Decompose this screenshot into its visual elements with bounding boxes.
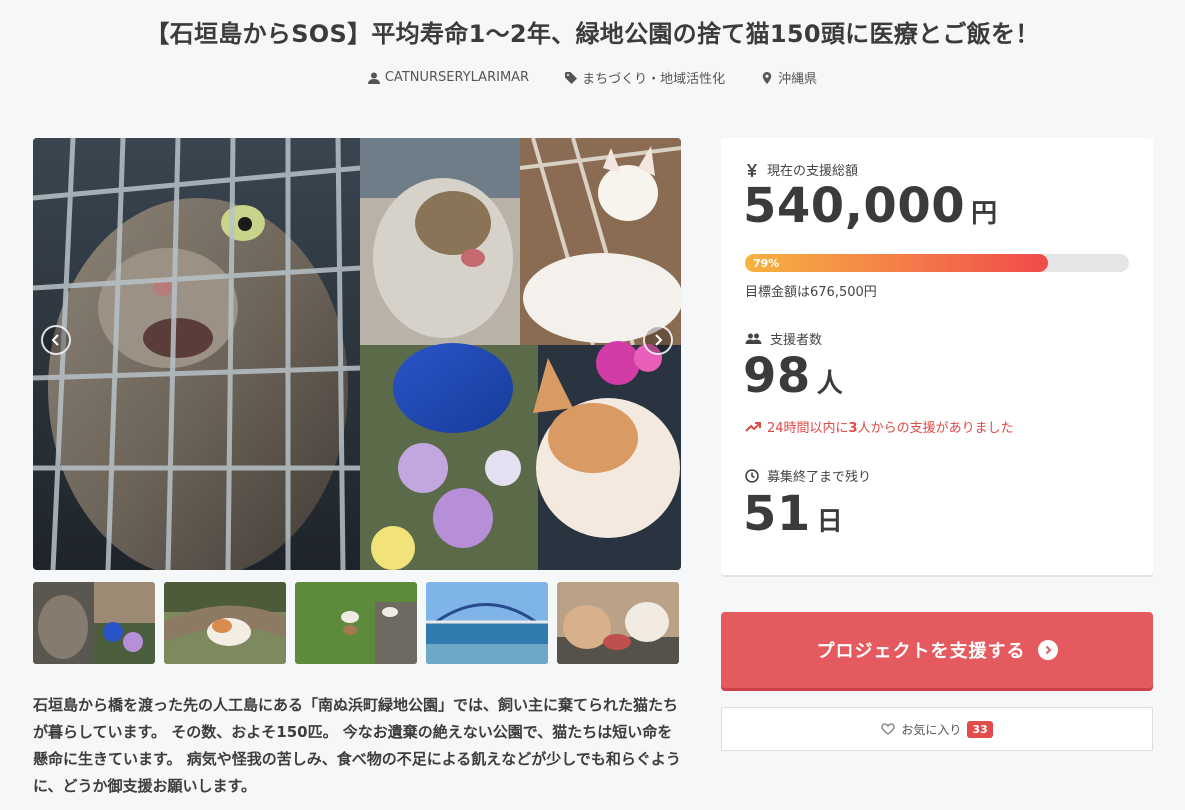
remaining-days-value: 51 <box>743 486 811 542</box>
location-link[interactable]: 沖縄県 <box>761 68 817 87</box>
support-project-button[interactable]: プロジェクトを支援する <box>721 612 1153 688</box>
support-button-label: プロジェクトを支援する <box>816 641 1026 662</box>
tag-icon <box>565 71 578 84</box>
thumbnail-1-image <box>33 582 155 664</box>
progress-percent: 79% <box>753 256 780 270</box>
remaining-label: 募集終了まで残り <box>745 466 871 485</box>
hero-image[interactable] <box>33 138 681 570</box>
progress-bar: 79% <box>745 254 1129 272</box>
category-link[interactable]: まちづくり・地域活性化 <box>565 68 725 87</box>
remaining-days-unit: 日 <box>816 507 843 537</box>
supporters-count-unit: 人 <box>816 369 843 399</box>
page-title: 【石垣島からSOS】平均寿命1〜2年、緑地公園の捨て猫150頭に医療とご飯を！ <box>145 20 1040 48</box>
heart-icon <box>881 723 895 735</box>
users-icon <box>745 333 762 344</box>
goal-amount: 目標金額は676,500円 <box>745 285 877 300</box>
cat-collage-photo <box>33 138 681 570</box>
supporters-label: 支援者数 <box>745 329 822 348</box>
supporters-count: 98 人 <box>743 348 843 404</box>
map-pin-icon <box>762 71 772 84</box>
gallery-next-button[interactable] <box>643 325 673 355</box>
chevron-left-icon <box>51 334 59 346</box>
project-meta: CATNURSERYLARIMAR まちづくり・地域活性化 沖縄県 <box>0 68 1185 87</box>
thumbnail-5[interactable] <box>557 582 679 664</box>
total-amount: 540,000 円 <box>743 178 997 234</box>
recent-support-notice: 24時間以内に3人からの支援がありました <box>745 417 1014 436</box>
thumbnail-5-image <box>557 582 679 664</box>
owner-link[interactable]: CATNURSERYLARIMAR <box>367 68 530 87</box>
supporters-count-value: 98 <box>743 348 811 404</box>
thumbnail-4[interactable] <box>426 582 548 664</box>
thumbnail-1[interactable] <box>33 582 155 664</box>
thumbnail-strip <box>33 582 681 664</box>
stats-card: 現在の支援総額 540,000 円 79% 目標金額は676,500円 支援者数 … <box>721 138 1153 575</box>
chevron-circle-right-icon <box>1037 640 1058 660</box>
favorite-label: お気に入り <box>901 722 962 737</box>
favorite-button[interactable]: お気に入り 33 <box>721 707 1153 751</box>
total-label: 現在の支援総額 <box>745 160 858 179</box>
thumbnail-2-image <box>164 582 286 664</box>
favorite-count-badge: 33 <box>967 720 993 738</box>
chevron-right-icon <box>655 334 663 346</box>
progress-bar-fill: 79% <box>745 254 1049 272</box>
gallery-prev-button[interactable] <box>41 325 71 355</box>
category-name: まちづくり・地域活性化 <box>582 72 726 87</box>
thumbnail-4-image <box>426 582 548 664</box>
remaining-days: 51 日 <box>743 486 843 542</box>
thumbnail-2[interactable] <box>164 582 286 664</box>
yen-icon <box>747 163 757 177</box>
location-name: 沖縄県 <box>778 72 818 87</box>
total-amount-unit: 円 <box>971 199 998 229</box>
trending-up-icon <box>745 421 761 432</box>
thumbnail-3[interactable] <box>295 582 417 664</box>
owner-name: CATNURSERYLARIMAR <box>384 70 530 85</box>
user-icon <box>367 72 380 84</box>
total-amount-value: 540,000 <box>743 178 966 234</box>
project-description: 石垣島から橋を渡った先の人工島にある「南ぬ浜町緑地公園」では、飼い主に棄てられた… <box>33 696 681 795</box>
clock-icon <box>745 468 759 483</box>
thumbnail-3-image <box>295 582 417 664</box>
